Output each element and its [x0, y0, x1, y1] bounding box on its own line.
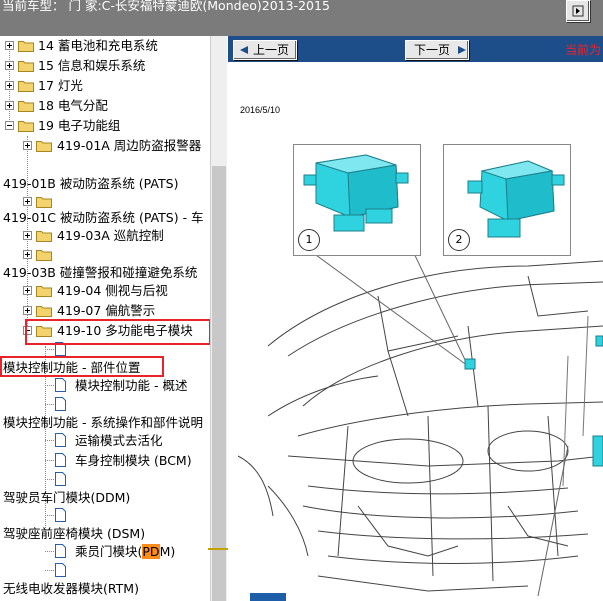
folder-icon	[36, 306, 52, 317]
tree-item-419-03b[interactable]: 419-03B 碰撞警报和碰撞避免系统	[0, 264, 210, 282]
folder-icon	[36, 231, 52, 242]
tree-item-transport-mode[interactable]: 运输模式去活化	[0, 432, 210, 450]
folder-icon	[18, 81, 34, 92]
arrow-left-icon	[240, 46, 248, 54]
expand-plus-icon[interactable]	[23, 141, 32, 150]
folder-open-icon	[18, 121, 34, 132]
expand-button[interactable]	[566, 0, 590, 22]
tree-item-bcm[interactable]: 车身控制模块 (BCM)	[0, 452, 210, 470]
document-icon	[55, 472, 66, 486]
annotation-box-419-10	[25, 319, 211, 345]
tree-item-419-01b[interactable]: 419-01B 被动防盗系统 (PATS)	[0, 175, 210, 193]
callout-number-2: 2	[448, 229, 470, 251]
next-page-button[interactable]: 下一页	[405, 40, 469, 60]
expand-icon	[572, 5, 584, 17]
content-pane: 上一页 下一页 当前为 2016/5/10 1 2	[228, 36, 603, 601]
document-icon	[55, 378, 66, 392]
collapse-minus-icon[interactable]	[5, 121, 14, 130]
search-highlight: PD	[142, 544, 160, 559]
document-icon	[55, 397, 66, 411]
tree-doc-node[interactable]	[0, 562, 70, 580]
folder-icon	[36, 250, 52, 261]
callout-number-1: 1	[298, 229, 320, 251]
expand-plus-icon[interactable]	[23, 197, 32, 206]
tree-item-18[interactable]: 18 电气分配	[0, 97, 210, 115]
tree-item-419-03a[interactable]: 419-03A 巡航控制	[0, 227, 210, 245]
expand-plus-icon[interactable]	[5, 81, 14, 90]
folder-icon	[36, 141, 52, 152]
tree-item-14[interactable]: 14 蓄电池和充电系统	[0, 37, 210, 55]
folder-icon	[36, 197, 52, 208]
tree-item-17[interactable]: 17 灯光	[0, 77, 210, 95]
expand-plus-icon[interactable]	[23, 286, 32, 295]
tree-doc-node[interactable]	[0, 396, 70, 414]
document-date: 2016/5/10	[240, 105, 281, 115]
document-icon	[55, 544, 66, 558]
bottom-tab[interactable]	[250, 593, 286, 601]
folder-icon	[18, 101, 34, 112]
tree-item-419-07[interactable]: 419-07 偏航警示	[0, 302, 210, 320]
tree-item-ddm[interactable]: 驾驶员车门模块(DDM)	[0, 489, 210, 507]
vehicle-illustration	[237, 256, 603, 597]
tree-item-19[interactable]: 19 电子功能组	[0, 117, 210, 135]
annotation-box-component-location	[0, 356, 164, 377]
tree-doc-node[interactable]	[0, 471, 70, 489]
expand-plus-icon[interactable]	[5, 101, 14, 110]
arrow-right-icon	[458, 46, 466, 54]
folder-icon	[36, 286, 52, 297]
folder-icon	[18, 41, 34, 52]
current-position-label: 当前为	[565, 43, 602, 57]
tree-item-rtm[interactable]: 无线电收发器模块(RTM)	[0, 580, 210, 598]
expand-plus-icon[interactable]	[5, 41, 14, 50]
callout-box-1: 1	[293, 144, 421, 256]
tree-item-419-04[interactable]: 419-04 侧视与后视	[0, 282, 210, 300]
title-bar: 当前车型： 门 家:C-长安福特蒙迪欧(Mondeo)2013-2015	[0, 0, 603, 36]
expand-plus-icon[interactable]	[23, 250, 32, 259]
tree-item-15[interactable]: 15 信息和娱乐系统	[0, 57, 210, 75]
page-navbar: 上一页 下一页 当前为	[228, 36, 603, 62]
document-icon	[55, 508, 66, 522]
document-icon	[55, 433, 66, 447]
document-icon	[55, 453, 66, 467]
document-icon	[55, 563, 66, 577]
tree-item-module-overview[interactable]: 模块控制功能 - 概述	[0, 377, 210, 395]
tree-doc-node[interactable]	[0, 507, 70, 525]
tree-item-dsm[interactable]: 驾驶座前座椅模块 (DSM)	[0, 525, 210, 543]
callout-box-2: 2	[443, 144, 571, 256]
scroll-marker	[208, 548, 228, 550]
tree-item-419-01a[interactable]: 419-01A 周边防盗报警器	[0, 137, 210, 155]
folder-icon	[18, 61, 34, 72]
expand-plus-icon[interactable]	[23, 231, 32, 240]
expand-plus-icon[interactable]	[23, 306, 32, 315]
tree-item-419-03a-node[interactable]	[0, 246, 60, 264]
tree-item-419-01c[interactable]: 419-01C 被动防盗系统 (PATS) - 车	[0, 209, 210, 227]
prev-page-button[interactable]: 上一页	[233, 40, 297, 60]
expand-plus-icon[interactable]	[5, 61, 14, 70]
tree-item-module-system-operation[interactable]: 模块控制功能 - 系统操作和部件说明	[0, 414, 210, 432]
tree-scrollbar[interactable]	[208, 36, 228, 601]
scrollbar-thumb[interactable]	[212, 166, 226, 601]
tree-item-pdm[interactable]: 乘员门模块(PDM)	[0, 543, 210, 561]
window-title: 当前车型： 门 家:C-长安福特蒙迪欧(Mondeo)2013-2015	[2, 0, 330, 13]
